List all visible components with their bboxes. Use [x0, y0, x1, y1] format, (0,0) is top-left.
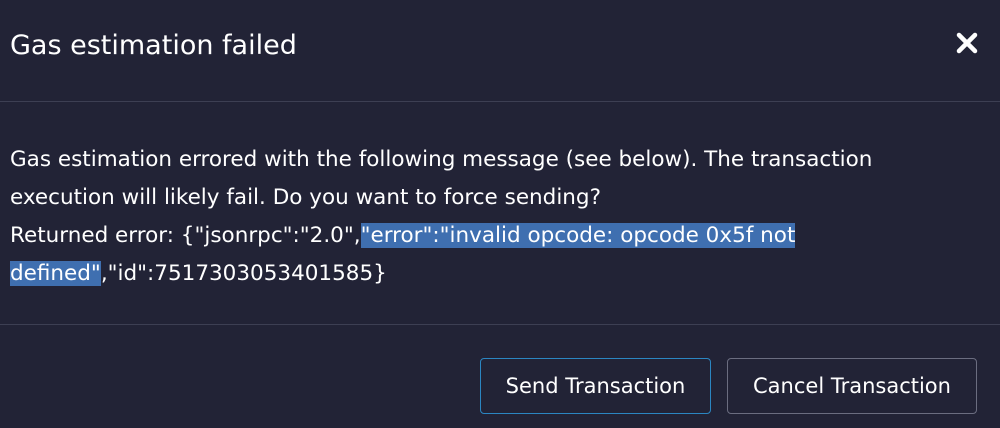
dialog-title: Gas estimation failed	[10, 30, 297, 61]
error-message: Gas estimation errored with the followin…	[10, 141, 995, 293]
send-transaction-button[interactable]: Send Transaction	[480, 358, 711, 414]
cancel-transaction-button[interactable]: Cancel Transaction	[727, 358, 977, 414]
error-line-2: defined","id":7517303053401585}	[10, 255, 995, 293]
message-line-1: Gas estimation errored with the followin…	[10, 147, 873, 172]
selected-error-text-1: "error":"invalid opcode: opcode 0x5f not	[360, 223, 796, 248]
dialog-footer: Send Transaction Cancel Transaction	[0, 326, 1000, 428]
selected-error-text-2: defined"	[10, 261, 101, 286]
dialog-header: Gas estimation failed	[0, 0, 1000, 102]
error-prefix: Returned error: {"jsonrpc":"2.0",	[10, 223, 361, 248]
error-suffix: ,"id":7517303053401585}	[100, 261, 387, 286]
close-icon	[956, 32, 978, 54]
gas-estimation-dialog: Gas estimation failed Gas estimation err…	[0, 0, 1000, 428]
error-line-1: Returned error: {"jsonrpc":"2.0","error"…	[10, 217, 995, 255]
close-button[interactable]	[950, 26, 984, 60]
dialog-body: Gas estimation errored with the followin…	[0, 103, 1000, 325]
message-line-2: execution will likely fail. Do you want …	[10, 185, 601, 210]
